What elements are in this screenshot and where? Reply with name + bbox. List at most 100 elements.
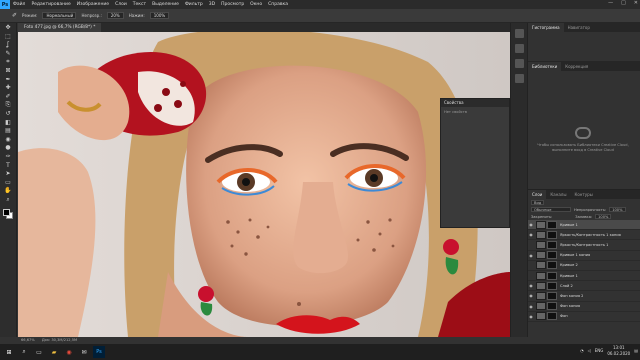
opacity-field[interactable]: 20% [106, 12, 124, 19]
layer-mask-thumbnail [547, 261, 557, 270]
hand-icon[interactable]: ✋ [3, 188, 13, 195]
blend-mode-select[interactable]: Обычные [531, 207, 571, 212]
color-swatches-icon[interactable] [3, 209, 13, 220]
history-panel-icon[interactable] [515, 29, 524, 38]
menu-3d[interactable]: 3D [209, 2, 215, 7]
layer-row[interactable]: Яркость/Контрастность 1 [528, 240, 640, 251]
visibility-eye-icon[interactable]: ◉ [528, 232, 534, 237]
menu-edit[interactable]: Редактирование [31, 2, 70, 7]
layer-row[interactable]: ◉ Фон копия [528, 302, 640, 312]
menu-layers[interactable]: Слои [115, 2, 127, 7]
tab-layers[interactable]: Слои [528, 190, 547, 199]
layer-thumbnail [536, 240, 546, 249]
menu-help[interactable]: Справка [268, 2, 288, 7]
layers-panel-tabs: Слои Каналы Контуры [528, 190, 640, 199]
layer-row[interactable]: ◉ Фон [528, 312, 640, 322]
document-tab[interactable]: Foto 477.jpg @ 66,7% (RGB/8*) * [18, 23, 102, 32]
layer-mask-thumbnail [547, 251, 557, 260]
mode-select[interactable]: Нормальный [42, 12, 77, 19]
lasso-icon[interactable]: ʆ [3, 42, 13, 49]
layer-kind-select[interactable]: Вид [531, 200, 545, 205]
browser-icon[interactable]: ◉ [63, 346, 75, 358]
menu-window[interactable]: Окно [250, 2, 262, 7]
document-canvas[interactable] [18, 32, 510, 337]
layer-row[interactable]: ◉ Кривые 1 [528, 220, 640, 231]
tab-navigator[interactable]: Навигатор [564, 23, 594, 32]
move-icon[interactable]: ✥ [3, 25, 13, 32]
minimize-button[interactable]: — [608, 0, 613, 6]
color-panel-icon[interactable] [515, 44, 524, 53]
layer-thumbnail [536, 271, 546, 280]
dodge-icon[interactable]: ● [3, 145, 13, 152]
windows-start-icon[interactable]: ⊞ [3, 346, 15, 358]
zoom-readout[interactable]: 66,67% [21, 338, 35, 342]
menu-select[interactable]: Выделение [152, 2, 179, 7]
quick-select-icon[interactable]: ✎ [3, 50, 13, 57]
path-select-icon[interactable]: ➤ [3, 171, 13, 178]
visibility-eye-icon[interactable]: ◉ [528, 283, 534, 288]
swatches-panel-icon[interactable] [515, 59, 524, 68]
brush-icon[interactable]: ✐ [3, 93, 13, 100]
visibility-eye-icon[interactable]: ◉ [528, 304, 534, 309]
rectangle-icon[interactable]: ▭ [3, 179, 13, 186]
brushes-panel-icon[interactable] [515, 74, 524, 83]
mail-icon[interactable]: ✉ [78, 346, 90, 358]
visibility-eye-icon[interactable]: ◉ [528, 314, 534, 319]
eraser-icon[interactable]: ◧ [3, 119, 13, 126]
search-icon[interactable]: ⌕ [18, 346, 30, 358]
type-icon[interactable]: T [3, 162, 13, 169]
layer-row[interactable]: ◉ Кривые 1 копия [528, 251, 640, 261]
file-explorer-icon[interactable]: ▰ [48, 346, 60, 358]
layer-row[interactable]: ◉ Фон копия 2 [528, 291, 640, 302]
language-indicator[interactable]: ENG [595, 348, 604, 353]
layer-opacity-field[interactable]: 100% [609, 207, 626, 212]
history-brush-icon[interactable]: ↺ [3, 111, 13, 118]
layer-row[interactable]: Кривые 2 [528, 261, 640, 271]
pressure-field[interactable]: 100% [149, 12, 170, 19]
layer-name: Фон копия 2 [560, 293, 584, 298]
layer-row[interactable]: ◉ Слой 2 [528, 281, 640, 292]
layer-thumbnail [536, 251, 546, 260]
healing-icon[interactable]: ✚ [3, 85, 13, 92]
task-view-icon[interactable]: ▭ [33, 346, 45, 358]
notifications-icon[interactable]: ▤ [634, 348, 638, 353]
menu-filter[interactable]: Фильтр [185, 2, 203, 7]
network-icon[interactable]: ◔ [580, 348, 584, 353]
tab-histogram[interactable]: Гистограмма [528, 23, 564, 32]
visibility-eye-icon[interactable]: ◉ [528, 222, 534, 227]
zoom-icon[interactable]: ⌕ [3, 196, 13, 203]
blend-row: Обычные Непрозрачность: 100% [528, 206, 640, 213]
frame-icon[interactable]: ⊠ [3, 68, 13, 75]
visibility-eye-icon[interactable]: ◉ [528, 293, 534, 298]
tab-paths[interactable]: Контуры [570, 190, 596, 199]
marquee-icon[interactable]: ⬚ [3, 33, 13, 40]
tab-libraries[interactable]: Библиотеки [528, 62, 562, 71]
blur-icon[interactable]: ◉ [3, 136, 13, 143]
histogram-area [528, 32, 640, 62]
gradient-icon[interactable]: ▤ [3, 128, 13, 135]
fill-field[interactable]: 100% [595, 214, 612, 219]
menu-file[interactable]: Файл [13, 2, 25, 7]
menu-type[interactable]: Текст [133, 2, 146, 7]
clock[interactable]: 13:01 06.02.2020 [607, 345, 630, 356]
tab-adjustments[interactable]: Коррекция [561, 62, 592, 71]
layer-thumbnail [536, 230, 546, 239]
tab-channels[interactable]: Каналы [546, 190, 570, 199]
layer-name: Яркость/Контрастность 1 копия [560, 232, 621, 237]
eyedropper-icon[interactable]: ✒ [3, 76, 13, 83]
menu-view[interactable]: Просмотр [221, 2, 244, 7]
photoshop-taskbar-icon[interactable]: Ps [93, 346, 105, 358]
menu-image[interactable]: Изображение [77, 2, 109, 7]
volume-icon[interactable]: ◁ [588, 348, 591, 353]
visibility-eye-icon[interactable]: ◉ [528, 253, 534, 258]
pen-icon[interactable]: ✑ [3, 154, 13, 161]
layer-row[interactable]: Кривые 1 [528, 271, 640, 282]
close-button[interactable]: ✕ [634, 0, 638, 6]
layer-name: Фон копия [560, 304, 581, 309]
properties-title[interactable]: Свойства [441, 99, 509, 107]
crop-icon[interactable]: ⌗ [3, 59, 13, 66]
maximize-button[interactable]: □ [621, 0, 626, 6]
layer-row[interactable]: ◉ Яркость/Контрастность 1 копия [528, 230, 640, 241]
stamp-icon[interactable]: ⎘ [3, 102, 13, 109]
brush-preset-icon[interactable]: ✐ [12, 12, 17, 19]
